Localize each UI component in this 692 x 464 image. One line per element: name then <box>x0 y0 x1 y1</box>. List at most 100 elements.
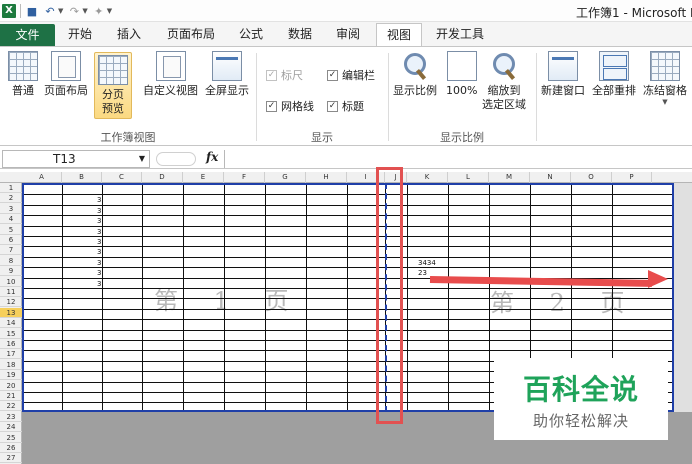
ruler-checkbox[interactable]: ✓ 标尺 <box>266 67 303 83</box>
row-header[interactable]: 23 <box>0 412 22 422</box>
row-header[interactable]: 22 <box>0 401 22 412</box>
cell-b-value[interactable]: 3 <box>97 259 101 267</box>
column-header[interactable]: D <box>142 172 183 183</box>
cell-k7[interactable]: 3434 <box>418 259 436 267</box>
row-header[interactable]: 19 <box>0 370 22 381</box>
name-box[interactable]: T13 ▼ <box>2 150 150 168</box>
page-layout-view-button[interactable]: 页面布局 <box>44 51 88 98</box>
vertical-scrollbar[interactable] <box>674 183 692 412</box>
headings-checkbox[interactable]: ✓ 标题 <box>327 98 364 114</box>
row-header[interactable]: 26 <box>0 443 22 453</box>
custom-views-button[interactable]: 自定义视图 <box>143 51 198 98</box>
row-header[interactable]: 8 <box>0 256 22 266</box>
tab-developer[interactable]: 开发工具 <box>431 23 489 46</box>
tab-review[interactable]: 审阅 <box>331 23 365 46</box>
custom-views-icon <box>155 51 186 81</box>
cell-b-value[interactable]: 3 <box>97 217 101 225</box>
column-header[interactable]: G <box>265 172 306 183</box>
row-header[interactable]: 4 <box>0 214 22 225</box>
gridline <box>24 225 672 227</box>
cell-b-value[interactable]: 3 <box>97 248 101 256</box>
row-header[interactable]: 3 <box>0 204 22 214</box>
row-header[interactable]: 25 <box>0 433 22 443</box>
column-header[interactable]: B <box>62 172 102 183</box>
cell-b-value[interactable]: 3 <box>97 280 101 288</box>
cell-b-value[interactable]: 3 <box>97 269 101 277</box>
chevron-down-icon[interactable]: ▼ <box>139 151 145 167</box>
full-screen-button[interactable]: 全屏显示 <box>205 51 249 98</box>
row-header[interactable]: 11 <box>0 287 22 297</box>
row-header[interactable]: 9 <box>0 266 22 277</box>
undo-icon[interactable]: ↶ <box>43 4 57 18</box>
tab-view[interactable]: 视图 <box>376 23 422 47</box>
cell-j8[interactable]: 23 <box>418 269 427 277</box>
row-header[interactable]: 1 <box>0 183 22 193</box>
formula-bar-resize-handle[interactable] <box>156 152 196 166</box>
column-header[interactable]: H <box>306 172 347 183</box>
arrange-all-icon <box>599 51 629 81</box>
column-header[interactable]: M <box>489 172 530 183</box>
cell-b-value[interactable]: 3 <box>97 207 101 215</box>
column-header[interactable]: K <box>407 172 448 183</box>
row-header[interactable]: 5 <box>0 225 22 235</box>
column-header[interactable]: O <box>571 172 612 183</box>
column-header[interactable]: E <box>183 172 224 183</box>
zoom-button[interactable]: 显示比例 <box>393 51 437 98</box>
chevron-down-icon: ▼ <box>662 98 668 106</box>
tab-formulas[interactable]: 公式 <box>234 23 268 46</box>
checkmark-icon: ✓ <box>327 100 338 112</box>
row-header[interactable]: 20 <box>0 381 22 391</box>
row-header[interactable]: 7 <box>0 245 22 256</box>
column-header[interactable]: N <box>530 172 571 183</box>
cell-b-value[interactable]: 3 <box>97 196 101 204</box>
row-header[interactable]: 10 <box>0 277 22 287</box>
tab-data[interactable]: 数据 <box>283 23 317 46</box>
customize-qat-icon[interactable]: ▼ <box>107 7 112 15</box>
row-header[interactable]: 14 <box>0 318 22 329</box>
redo-icon[interactable]: ↷ <box>67 4 81 18</box>
redo-dropdown-icon[interactable]: ▼ <box>82 7 87 15</box>
zoom-to-selection-button[interactable]: 缩放到 选定区域 <box>482 51 526 112</box>
formula-bar-checkbox[interactable]: ✓ 编辑栏 <box>327 67 375 83</box>
format-painter-icon[interactable]: ✦ <box>92 4 106 18</box>
column-header[interactable]: L <box>448 172 489 183</box>
undo-dropdown-icon[interactable]: ▼ <box>58 7 63 15</box>
gridlines-checkbox[interactable]: ✓ 网格线 <box>266 98 314 114</box>
column-header[interactable]: F <box>224 172 265 183</box>
save-icon[interactable]: ■ <box>25 4 39 18</box>
cell-b-value[interactable]: 3 <box>97 238 101 246</box>
cell-b-value[interactable]: 3 <box>97 228 101 236</box>
column-headers: ABCDEFGHIJKLMNOP <box>0 172 692 183</box>
column-header[interactable]: C <box>102 172 142 183</box>
row-header[interactable]: 15 <box>0 329 22 339</box>
column-header[interactable]: P <box>612 172 652 183</box>
tab-file[interactable]: 文件 <box>0 24 55 46</box>
group-label-workbook-views: 工作簿视图 <box>100 131 156 144</box>
new-window-button[interactable]: 新建窗口 <box>541 51 585 98</box>
row-header[interactable]: 16 <box>0 339 22 349</box>
zoom-100-button[interactable]: 100% <box>446 51 477 98</box>
normal-view-button[interactable]: 普通 <box>8 51 38 98</box>
watermark-title: 百科全说 <box>522 373 639 406</box>
row-header[interactable]: 24 <box>0 422 22 433</box>
arrange-all-button[interactable]: 全部重排 <box>592 51 636 98</box>
row-header[interactable]: 13 <box>0 307 22 318</box>
page-break-preview-button[interactable]: 分页 预览 <box>94 52 132 119</box>
insert-function-icon[interactable]: fx <box>206 150 218 164</box>
excel-app-icon[interactable]: X <box>2 4 16 18</box>
row-header[interactable]: 17 <box>0 349 22 360</box>
row-header[interactable]: 2 <box>0 193 22 204</box>
tab-home[interactable]: 开始 <box>63 23 97 46</box>
gridline <box>24 319 672 321</box>
row-header[interactable]: 6 <box>0 235 22 245</box>
column-header[interactable]: A <box>22 172 62 183</box>
row-header[interactable]: 27 <box>0 453 22 464</box>
row-header[interactable]: 12 <box>0 297 22 308</box>
row-header[interactable]: 21 <box>0 391 22 401</box>
row-header[interactable]: 18 <box>0 360 22 370</box>
ribbon-tabs: 文件 开始 插入 页面布局 公式 数据 审阅 视图 开发工具 <box>0 22 692 47</box>
freeze-panes-button[interactable]: 冻结窗格 ▼ <box>643 51 687 106</box>
tab-page-layout[interactable]: 页面布局 <box>162 23 220 46</box>
formula-input[interactable] <box>224 150 690 168</box>
tab-insert[interactable]: 插入 <box>112 23 146 46</box>
